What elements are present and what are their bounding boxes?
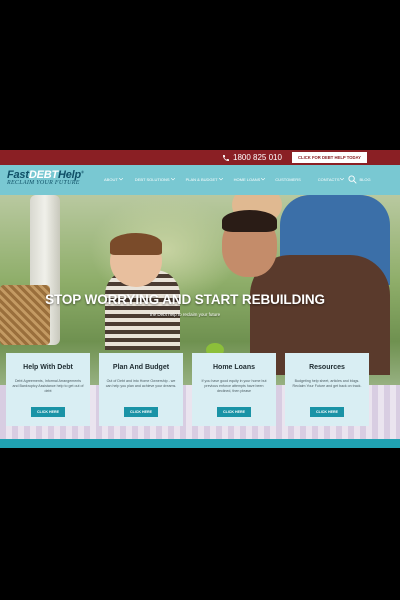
chevron-down-icon: [118, 178, 123, 181]
nav-item-about[interactable]: ABOUT: [104, 177, 123, 182]
footer-band: [0, 439, 400, 448]
chevron-down-icon: [218, 178, 223, 181]
site-header: FastDEBTHelp® RECLAIM YOUR FUTURE ABOUT …: [0, 165, 400, 195]
card-help-with-debt: Help With Debt Debt Agreements, Informal…: [6, 353, 90, 426]
card-text: Out of Debt and into Home Ownership - we…: [105, 379, 177, 388]
nav-label: ABOUT: [104, 177, 118, 182]
debt-help-cta-button[interactable]: CLICK FOR DEBT HELP TODAY: [292, 152, 367, 163]
hero-man-hair: [222, 210, 277, 232]
click-here-button[interactable]: CLICK HERE: [124, 407, 158, 417]
phone-link[interactable]: 1800 825 010: [222, 152, 282, 163]
chevron-down-icon: [261, 178, 266, 181]
nav-item-blog[interactable]: BLOG: [359, 177, 370, 182]
card-text: Debt Agreements, Informal Arrangements a…: [12, 379, 84, 393]
click-here-button[interactable]: CLICK HERE: [310, 407, 344, 417]
card-home-loans: Home Loans If you have good equity in yo…: [192, 353, 276, 426]
nav-item-customers[interactable]: CUSTOMERS: [275, 177, 300, 182]
nav-label: CONTACTS: [317, 177, 340, 182]
nav-label: PLAN & BUDGET: [185, 177, 218, 182]
card-plan-and-budget: Plan And Budget Out of Debt and into Hom…: [99, 353, 183, 426]
click-here-button[interactable]: CLICK HERE: [217, 407, 251, 417]
card-title: Plan And Budget: [112, 364, 170, 371]
nav-label: DEBT SOLUTIONS: [134, 177, 170, 182]
chevron-down-icon: [170, 178, 175, 181]
search-icon[interactable]: [348, 175, 357, 184]
nav-label: BLOG: [359, 177, 371, 182]
nav-item-plan-budget[interactable]: PLAN & BUDGET: [186, 177, 223, 182]
logo-tagline: RECLAIM YOUR FUTURE: [7, 180, 80, 186]
nav-item-contacts[interactable]: CONTACTS: [318, 177, 345, 182]
logo-trademark: ®: [81, 169, 84, 175]
nav-label: HOME LOANS: [233, 177, 261, 182]
card-text: If you have good equity in your home but…: [201, 379, 267, 393]
phone-number: 1800 825 010: [233, 153, 282, 162]
nav-item-debt-solutions[interactable]: DEBT SOLUTIONS: [135, 177, 175, 182]
website-page: 1800 825 010 CLICK FOR DEBT HELP TODAY F…: [0, 150, 400, 448]
hero-child-hair: [110, 233, 162, 255]
chevron-down-icon: [340, 178, 345, 181]
click-here-button[interactable]: CLICK HERE: [31, 407, 65, 417]
card-title: Resources: [309, 364, 345, 371]
main-nav: ABOUT DEBT SOLUTIONS PLAN & BUDGET HOME …: [104, 177, 371, 182]
card-text: Budgeting help sheet, articles and blogs…: [292, 379, 362, 388]
hero-subtitle: the Debt help to reclaim your future: [149, 312, 221, 317]
hero-title: STOP WORRYING AND START REBUILDING: [45, 292, 325, 307]
card-title: Home Loans: [212, 364, 255, 371]
card-resources: Resources Budgeting help sheet, articles…: [285, 353, 369, 426]
logo[interactable]: FastDEBTHelp® RECLAIM YOUR FUTURE: [7, 169, 84, 186]
phone-icon: [223, 154, 229, 161]
card-title: Help With Debt: [23, 364, 73, 371]
top-bar: 1800 825 010 CLICK FOR DEBT HELP TODAY: [0, 150, 400, 165]
nav-label: CUSTOMERS: [275, 177, 301, 182]
nav-item-home-loans[interactable]: HOME LOANS: [234, 177, 266, 182]
